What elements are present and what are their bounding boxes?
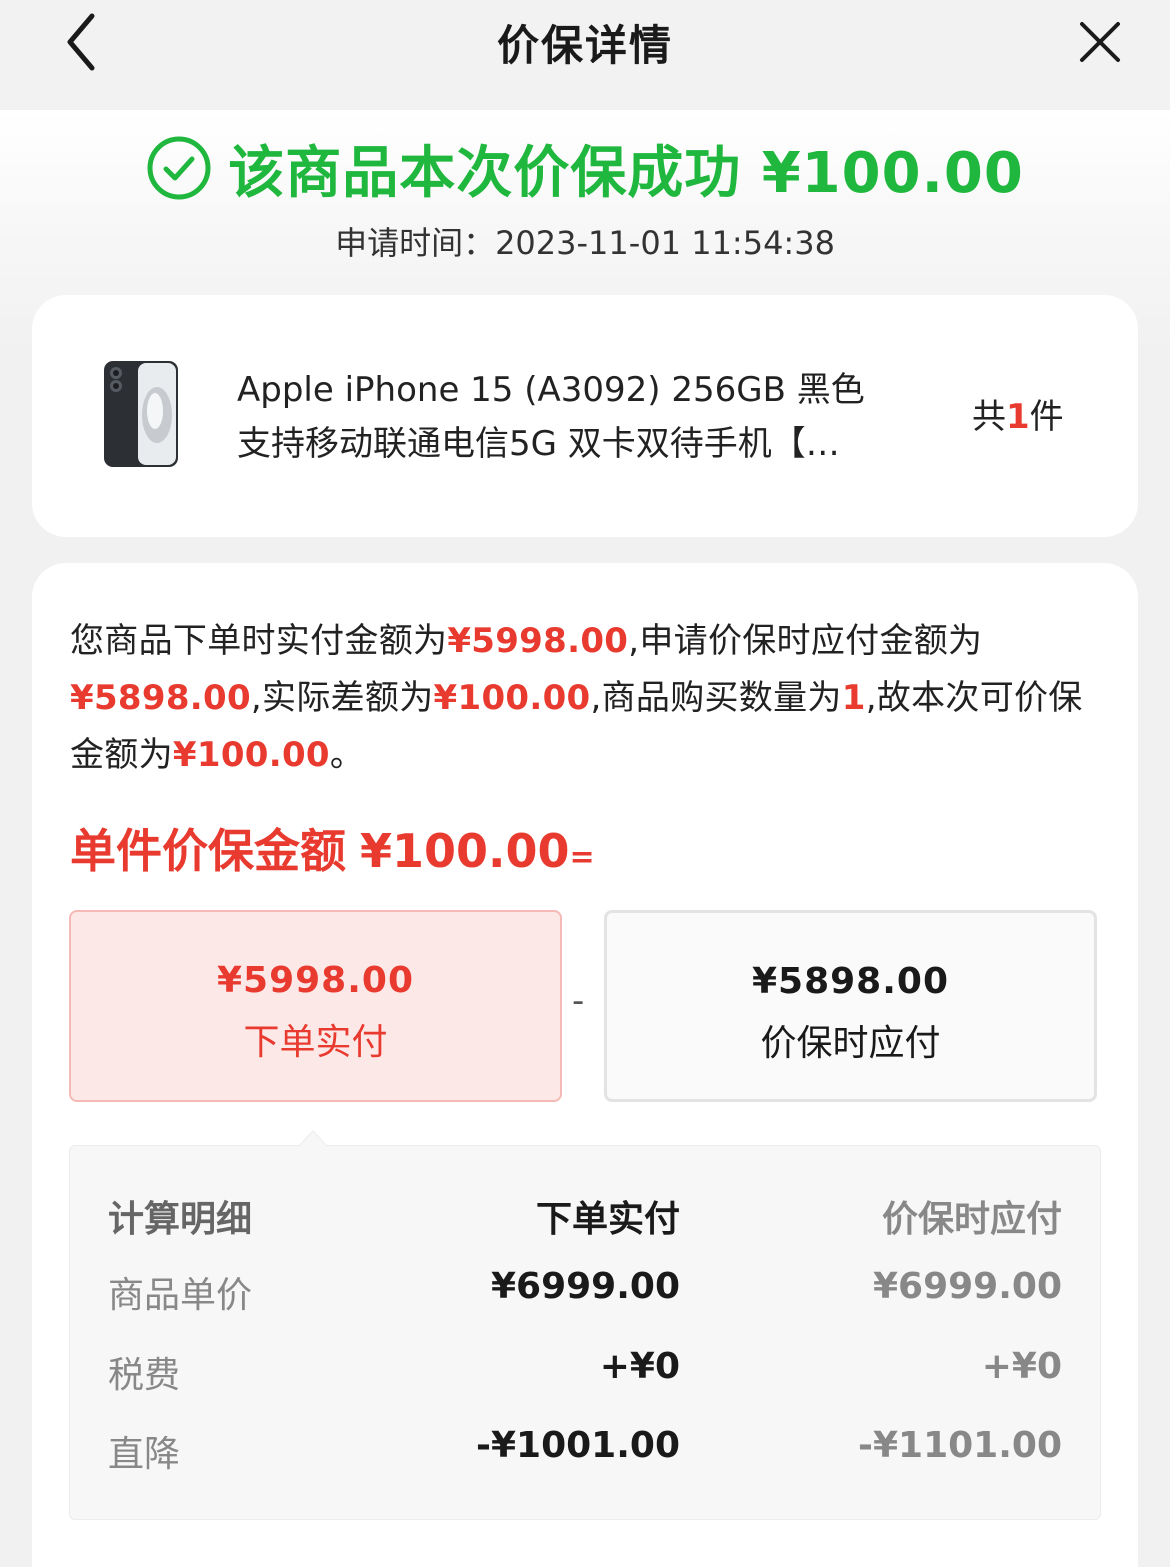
row-protect-value: ¥6999.00 xyxy=(872,1266,1062,1307)
row-protect-value: +¥0 xyxy=(981,1346,1062,1387)
nav-bar: 价保详情 xyxy=(0,0,1170,110)
unit-title-label: 单件价保金额 xyxy=(70,824,346,878)
page-title: 价保详情 xyxy=(496,21,673,70)
row-label: 商品单价 xyxy=(108,1275,253,1316)
breakdown-header-label: 计算明细 xyxy=(108,1199,253,1240)
unit-refund-title: 单件价保金额 ¥100.00= xyxy=(70,815,595,881)
summary-refund: ¥100.00 xyxy=(172,735,330,775)
success-banner: 该商品本次价保成功 ¥100.00 xyxy=(0,128,1170,208)
summary-part2: ,申请价保时应付金额为 xyxy=(628,621,983,661)
row-order-value: -¥1001.00 xyxy=(476,1425,680,1466)
row-label: 税费 xyxy=(108,1355,181,1396)
pointer-caret-icon xyxy=(298,1130,328,1148)
protect-pay-label: 价保时应付 xyxy=(760,1023,941,1064)
protect-pay-box[interactable]: ¥5898.00 价保时应付 xyxy=(604,910,1097,1102)
product-name-line1: Apple iPhone 15 (A3092) 256GB 黑色 xyxy=(237,370,865,410)
summary-diff: ¥100.00 xyxy=(433,678,591,718)
row-label: 直降 xyxy=(108,1434,181,1475)
qty-suffix: 件 xyxy=(1029,397,1064,437)
calculation-breakdown: 计算明细 下单实付 价保时应付 商品单价 ¥6999.00 ¥6999.00 税… xyxy=(69,1130,1101,1520)
order-paid-label: 下单实付 xyxy=(243,1022,388,1063)
breakdown-row-discount: 直降 -¥1001.00 -¥1101.00 xyxy=(70,1425,1100,1481)
breakdown-row-unit-price: 商品单价 ¥6999.00 ¥6999.00 xyxy=(70,1266,1100,1322)
product-name-line2: 支持移动联通电信5G 双卡双待手机【… xyxy=(237,424,840,464)
order-paid-value: ¥5998.00 xyxy=(216,960,415,1001)
minus-sign: - xyxy=(572,981,585,1021)
summary-protect-pay: ¥5898.00 xyxy=(70,678,251,718)
check-circle-icon xyxy=(147,136,211,200)
summary-part6: 。 xyxy=(329,735,365,775)
product-name: Apple iPhone 15 (A3092) 256GB 黑色 支持移动联通电… xyxy=(237,363,907,471)
close-button[interactable] xyxy=(1072,14,1128,70)
breakdown-header-protect: 价保时应付 xyxy=(881,1199,1062,1240)
breakdown-header-order: 下单实付 xyxy=(535,1199,680,1240)
success-message: 该商品本次价保成功 ¥100.00 xyxy=(228,140,1024,206)
summary-text: 您商品下单时实付金额为¥5998.00,申请价保时应付金额为 ¥5898.00,实… xyxy=(70,613,1110,784)
phone-thumbnail-icon xyxy=(104,361,178,467)
qty-number: 1 xyxy=(1006,397,1030,437)
breakdown-header: 计算明细 下单实付 价保时应付 xyxy=(70,1190,1100,1246)
summary-part4: ,商品购买数量为 xyxy=(590,678,842,718)
product-card[interactable]: Apple iPhone 15 (A3092) 256GB 黑色 支持移动联通电… xyxy=(32,295,1138,537)
summary-order-paid: ¥5998.00 xyxy=(447,621,629,661)
order-paid-box[interactable]: ¥5998.00 下单实付 xyxy=(69,910,562,1102)
row-order-value: ¥6999.00 xyxy=(490,1266,680,1307)
price-protection-detail-card: 您商品下单时实付金额为¥5998.00,申请价保时应付金额为¥5898.00,实… xyxy=(32,563,1138,1567)
protect-pay-value: ¥5898.00 xyxy=(751,961,950,1002)
summary-part1: 您商品下单时实付金额为 xyxy=(70,621,448,661)
close-icon xyxy=(1080,22,1120,62)
equals-sign: = xyxy=(569,840,595,875)
product-quantity: 共1件 xyxy=(972,389,1064,438)
qty-prefix: 共 xyxy=(972,397,1006,437)
row-protect-value: -¥1101.00 xyxy=(858,1425,1062,1466)
unit-refund-amount: ¥100.00 xyxy=(360,824,570,878)
summary-part3: ,实际差额为 xyxy=(250,678,434,718)
breakdown-row-tax: 税费 +¥0 +¥0 xyxy=(70,1346,1100,1402)
summary-qty: 1 xyxy=(841,678,866,718)
row-order-value: +¥0 xyxy=(599,1346,680,1387)
apply-time: 申请时间：2023-11-01 11:54:38 xyxy=(335,224,835,262)
